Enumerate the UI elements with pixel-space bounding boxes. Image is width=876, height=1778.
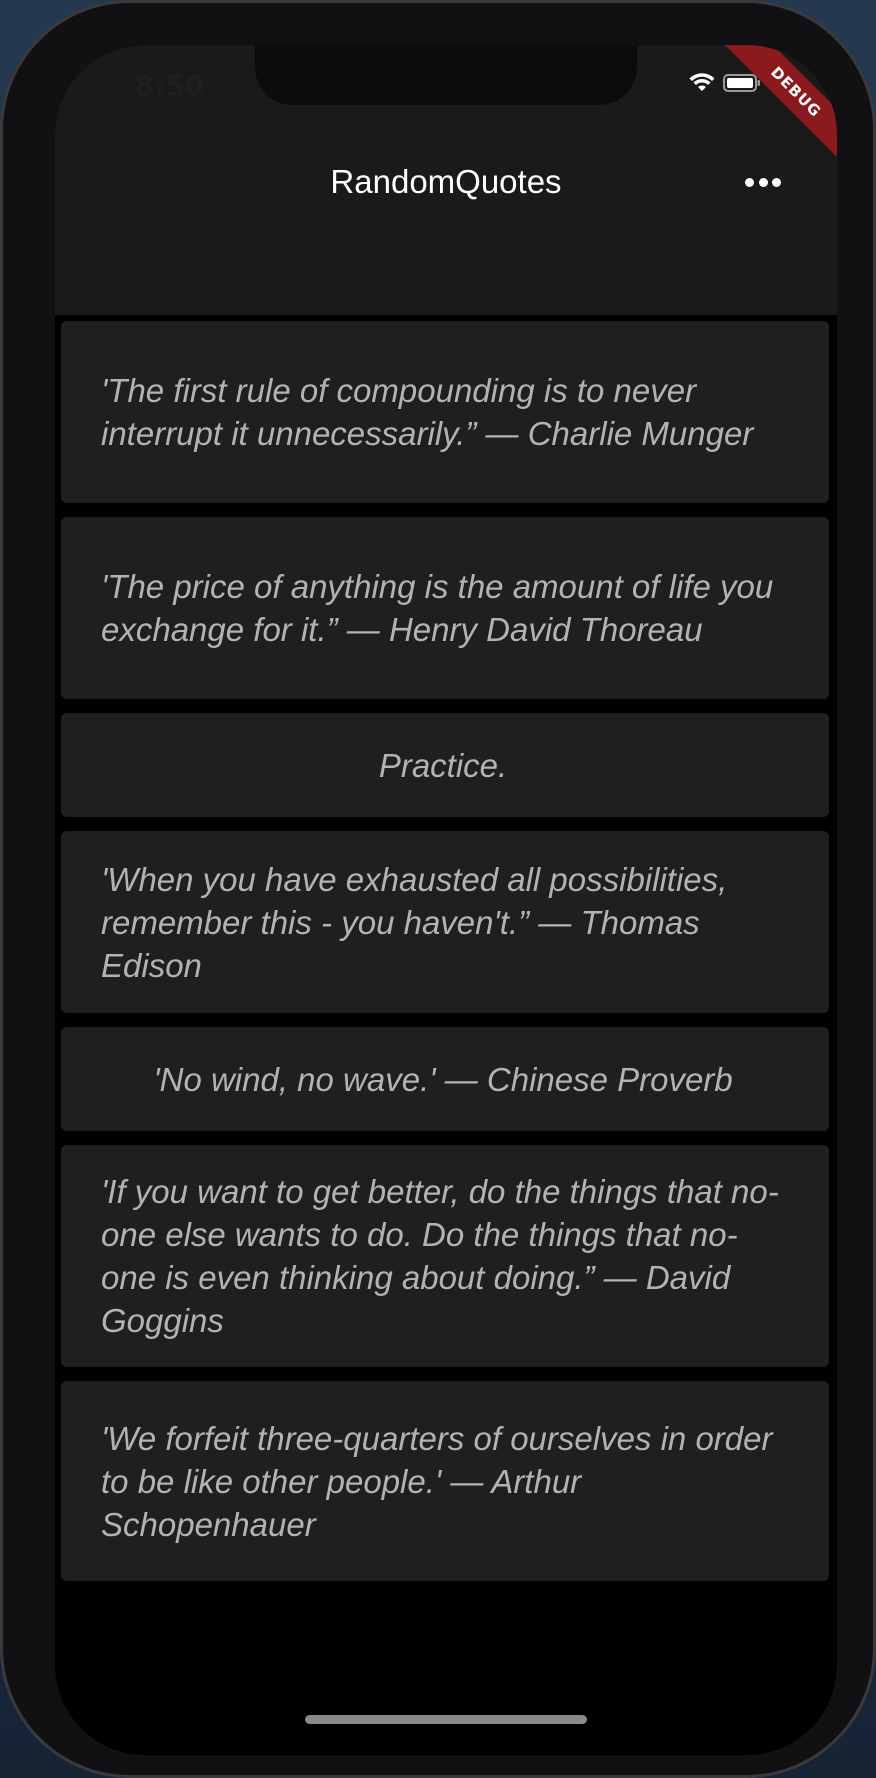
dot-icon xyxy=(745,177,754,187)
app-title: RandomQuotes xyxy=(330,163,562,200)
dot-icon xyxy=(758,177,768,187)
screen: 8:50 DEBUG RandomQuotes 'The first rule … xyxy=(55,45,837,1755)
status-icons xyxy=(689,73,761,93)
quote-text: 'If you want to get better, do the thing… xyxy=(101,1173,779,1339)
quote-text: 'We forfeit three-quarters of ourselves … xyxy=(101,1419,773,1543)
quote-text: 'The first rule of compounding is to nev… xyxy=(101,372,754,452)
quote-card[interactable]: 'The first rule of compounding is to nev… xyxy=(61,321,829,503)
quote-list[interactable]: 'The first rule of compounding is to nev… xyxy=(61,321,831,1755)
wifi-icon xyxy=(689,73,715,91)
debug-banner: DEBUG xyxy=(709,45,837,179)
quote-card[interactable]: Practice. xyxy=(61,713,829,817)
quote-card[interactable]: 'We forfeit three-quarters of ourselves … xyxy=(61,1381,829,1581)
more-horizontal-icon[interactable] xyxy=(745,175,781,189)
notch xyxy=(255,45,637,105)
status-time: 8:50 xyxy=(135,69,205,102)
quote-card[interactable]: 'When you have exhausted all possibiliti… xyxy=(61,831,829,1013)
home-indicator[interactable] xyxy=(305,1715,587,1724)
quote-card[interactable]: 'The price of anything is the amount of … xyxy=(61,517,829,699)
phone-frame: 8:50 DEBUG RandomQuotes 'The first rule … xyxy=(0,0,876,1778)
quote-text: 'No wind, no wave.' — Chinese Proverb xyxy=(153,1060,733,1098)
quote-text: Practice. xyxy=(378,746,508,784)
app-bar: 8:50 DEBUG RandomQuotes xyxy=(55,45,837,315)
quote-text: 'The price of anything is the amount of … xyxy=(101,568,774,648)
quote-card[interactable]: 'No wind, no wave.' — Chinese Proverb xyxy=(61,1027,829,1131)
quote-text: 'When you have exhausted all possibiliti… xyxy=(101,860,728,984)
dot-icon xyxy=(772,177,781,187)
quote-card[interactable]: 'If you want to get better, do the thing… xyxy=(61,1145,829,1367)
